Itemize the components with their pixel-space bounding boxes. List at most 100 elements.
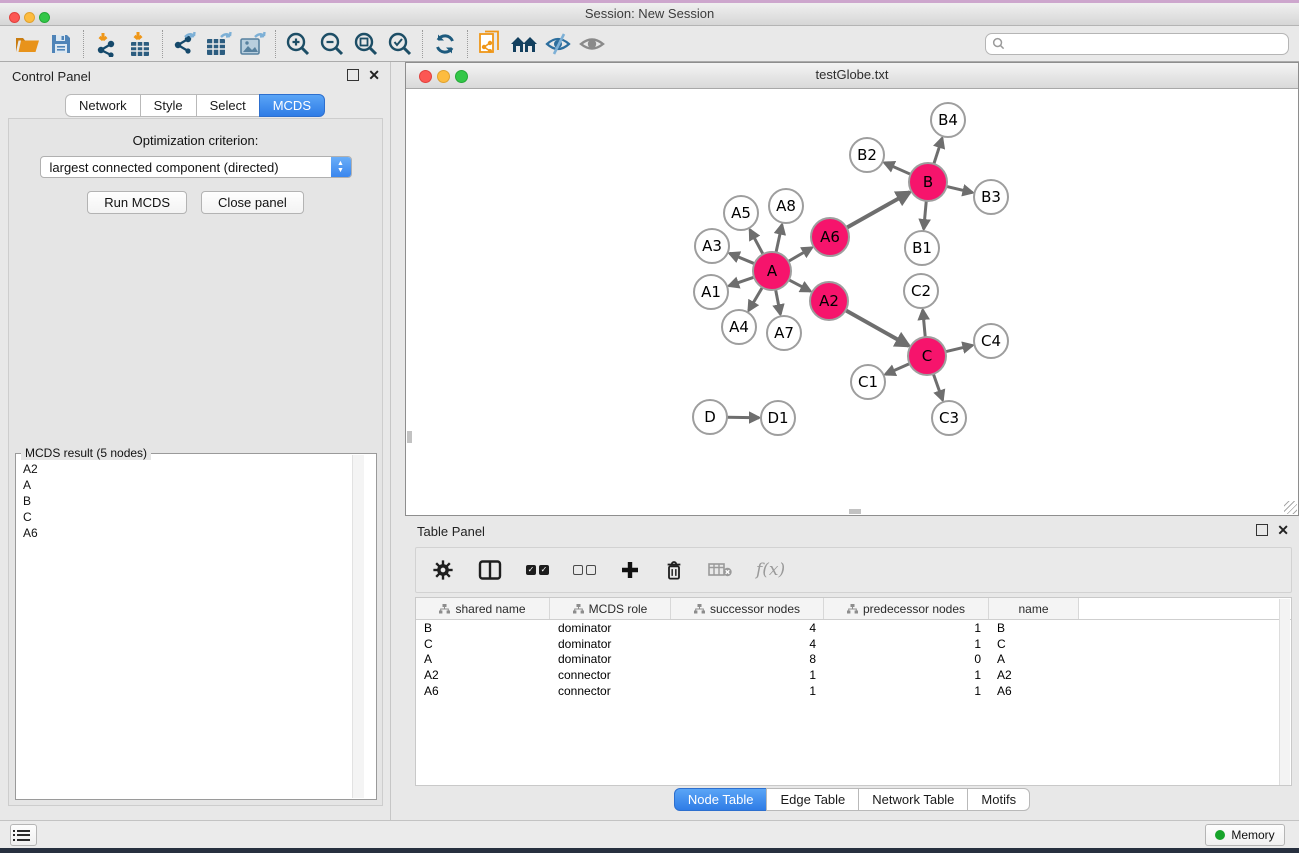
graph-edge-B-B2[interactable] [884,163,910,175]
graph-node-C4[interactable]: C4 [974,324,1008,358]
result-scrollbar[interactable] [352,455,364,798]
table-cell[interactable]: A [416,652,550,668]
tab-network[interactable]: Network [65,94,141,117]
table-settings-gear-icon[interactable] [432,559,454,581]
table-cell[interactable]: A2 [416,667,550,683]
open-session-icon[interactable] [10,29,44,59]
graph-node-A3[interactable]: A3 [695,229,729,263]
export-network-icon[interactable] [168,29,202,59]
delete-table-icon[interactable] [708,562,732,578]
network-graph-canvas[interactable]: B4B2BB3A8A5A6A3B1AC2A1A2A4A7C4CC1C3DD1 [406,88,1298,515]
show-column-panel-icon[interactable] [478,560,502,580]
tab-mcds[interactable]: MCDS [259,94,325,117]
graph-node-C2[interactable]: C2 [904,274,938,308]
table-scrollbar[interactable] [1279,599,1290,785]
graph-node-D[interactable]: D [693,400,727,434]
graph-node-B4[interactable]: B4 [931,103,965,137]
table-cell[interactable]: 1 [671,667,824,683]
graph-node-A1[interactable]: A1 [694,275,728,309]
horizontal-scroll-indicator[interactable] [849,509,861,514]
column-header-shared-name[interactable]: shared name [416,598,550,619]
table-cell[interactable]: 4 [671,636,824,652]
graph-node-C3[interactable]: C3 [932,401,966,435]
graph-edge-C-C2[interactable] [923,310,926,337]
column-header-name[interactable]: name [989,598,1079,619]
table-cell[interactable]: 4 [671,620,824,636]
tab-node-table[interactable]: Node Table [674,788,768,811]
close-panel-icon[interactable]: ✕ [368,70,380,80]
table-row[interactable]: Cdominator41C [416,636,1291,652]
zoom-selected-icon[interactable] [383,29,417,59]
table-row[interactable]: Bdominator41B [416,620,1291,636]
export-table-icon[interactable] [202,29,236,59]
table-cell[interactable]: dominator [550,652,671,668]
table-cell[interactable]: C [989,636,1079,652]
table-row[interactable]: A6connector11A6 [416,683,1291,699]
mcds-result-item[interactable]: B [23,493,376,509]
table-cell[interactable]: 1 [824,683,989,699]
refresh-layout-icon[interactable] [428,29,462,59]
graph-edge-A-A8[interactable] [776,225,782,253]
mcds-result-item[interactable]: A2 [23,461,376,477]
table-row[interactable]: Adominator80A [416,652,1291,668]
graph-edge-A2-C[interactable] [846,310,909,345]
table-cell[interactable]: 1 [824,667,989,683]
graph-edge-B-B3[interactable] [946,186,972,192]
graph-node-C1[interactable]: C1 [851,365,885,399]
graph-node-B2[interactable]: B2 [850,138,884,172]
column-header-predecessor-nodes[interactable]: predecessor nodes [824,598,989,619]
search-input[interactable] [1005,36,1288,52]
graph-node-B[interactable]: B [909,163,947,201]
tab-select[interactable]: Select [196,94,260,117]
table-cell[interactable]: connector [550,683,671,699]
float-table-panel-icon[interactable] [1256,524,1268,536]
graph-node-A4[interactable]: A4 [722,310,756,344]
vertical-scroll-indicator[interactable] [407,431,412,443]
graph-edge-A-A6[interactable] [788,248,811,262]
graph-edge-C-C1[interactable] [885,364,909,375]
mcds-result-item[interactable]: C [23,509,376,525]
graph-node-B1[interactable]: B1 [905,231,939,265]
table-cell[interactable]: B [416,620,550,636]
table-cell[interactable]: A6 [416,683,550,699]
home-icon[interactable] [507,29,541,59]
graph-edge-A-A4[interactable] [749,287,763,310]
graph-node-C[interactable]: C [908,337,946,375]
select-all-columns-icon[interactable]: ✓✓ [526,565,549,575]
task-history-button[interactable] [10,824,37,846]
export-image-icon[interactable] [236,29,270,59]
table-cell[interactable]: dominator [550,620,671,636]
graph-edge-A6-B[interactable] [847,192,910,227]
table-cell[interactable]: A [989,652,1079,668]
graph-node-A5[interactable]: A5 [724,196,758,230]
close-panel-button[interactable]: Close panel [201,191,304,214]
table-cell[interactable]: 1 [671,683,824,699]
table-cell[interactable]: A6 [989,683,1079,699]
graph-edge-C-C3[interactable] [933,374,942,400]
create-column-plus-icon[interactable] [620,560,640,580]
zoom-out-icon[interactable] [315,29,349,59]
save-session-icon[interactable] [44,29,78,59]
show-details-eye-icon[interactable] [575,29,609,59]
memory-button[interactable]: Memory [1205,824,1285,846]
import-table-icon[interactable] [123,29,157,59]
column-header-mcds-role[interactable]: MCDS role [550,598,671,619]
tab-style[interactable]: Style [140,94,197,117]
mcds-result-item[interactable]: A [23,477,376,493]
graph-edge-A-A1[interactable] [729,277,754,286]
graph-edge-A-A3[interactable] [730,253,755,263]
graph-node-D1[interactable]: D1 [761,401,795,435]
graph-node-A2[interactable]: A2 [810,282,848,320]
zoom-in-icon[interactable] [281,29,315,59]
graph-edge-A-A7[interactable] [776,290,781,315]
table-cell[interactable]: C [416,636,550,652]
function-builder-icon[interactable]: f(x) [756,560,785,580]
graph-edge-A-A2[interactable] [789,280,811,291]
mcds-result-list[interactable]: A2ABCA6 [16,454,376,541]
close-table-panel-icon[interactable]: ✕ [1277,525,1289,535]
graph-node-A8[interactable]: A8 [769,189,803,223]
table-cell[interactable]: 8 [671,652,824,668]
tab-motifs[interactable]: Motifs [967,788,1030,811]
graph-node-B3[interactable]: B3 [974,180,1008,214]
graph-node-A6[interactable]: A6 [811,218,849,256]
